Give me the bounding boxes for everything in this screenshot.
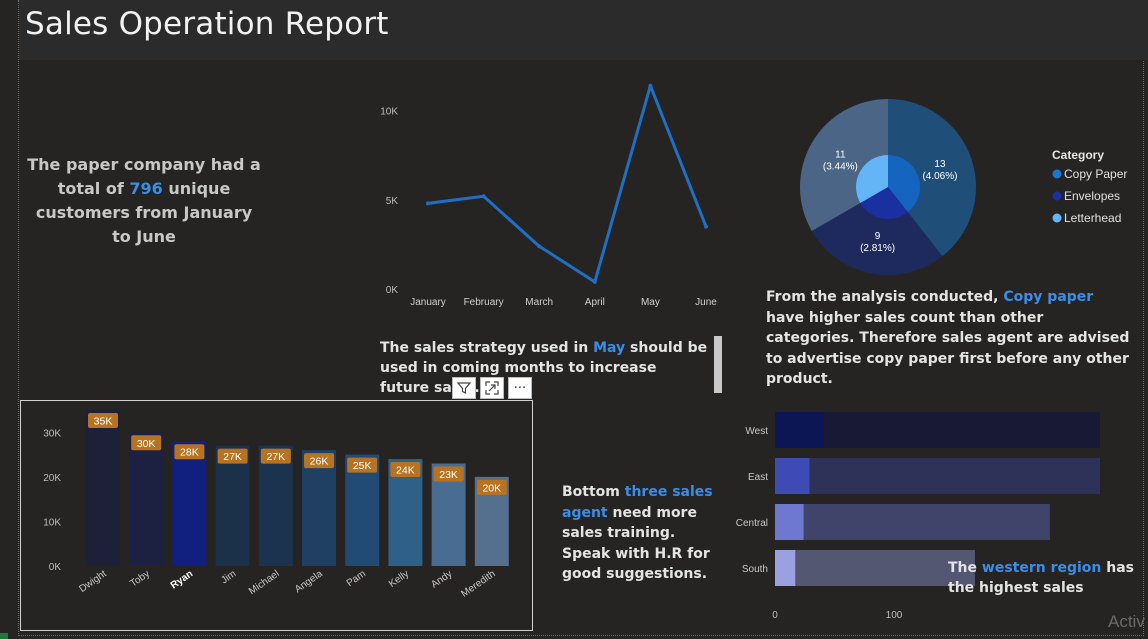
- region-inner-bar[interactable]: [775, 550, 796, 586]
- customers-note: The paper company had a total of 796 uni…: [24, 153, 264, 249]
- region-x-tick: 0: [772, 610, 778, 621]
- bar-chart-y-tick: 0K: [49, 562, 62, 573]
- customer-count: 796: [129, 179, 163, 198]
- legend-label[interactable]: Copy Paper: [1064, 167, 1127, 181]
- report-title: Sales Operation Report: [25, 6, 389, 42]
- donut-value-label: 13: [934, 159, 946, 170]
- donut-value-label: 9: [875, 231, 881, 242]
- legend-marker[interactable]: [1052, 213, 1062, 223]
- line-chart-x-label: March: [525, 297, 553, 308]
- agent-bar[interactable]: [129, 432, 164, 566]
- region-bar[interactable]: [775, 458, 1100, 494]
- line-chart-x-label: February: [464, 297, 504, 308]
- agent-bar-label: 27K: [223, 451, 242, 463]
- agent-name-label[interactable]: Ryan: [169, 568, 195, 591]
- agent-name-label[interactable]: Pam: [345, 568, 368, 589]
- region-bar[interactable]: [775, 550, 975, 586]
- agent-name-label[interactable]: Angela: [293, 568, 325, 595]
- region-label: Central: [736, 518, 768, 529]
- line-point[interactable]: [704, 224, 708, 229]
- line-chart-x-label: April: [585, 297, 605, 308]
- agent-bar-chart-container[interactable]: 0K 10K 20K 30K 35K Dwight 30K Toby 28K Ryan 27K Jim…: [20, 400, 533, 631]
- agent-bar-label: 23K: [439, 469, 458, 481]
- agent-name-label[interactable]: Andy: [429, 568, 454, 590]
- line-point[interactable]: [537, 244, 542, 249]
- monthly-sales-line-chart[interactable]: 0K 5K 10K January February March April May June: [360, 75, 730, 320]
- line-chart-y-tick: 5K: [386, 196, 399, 207]
- agent-name-label[interactable]: Toby: [128, 568, 152, 589]
- legend-label[interactable]: Envelopes: [1064, 189, 1120, 203]
- agent-name-label[interactable]: Meredith: [459, 568, 497, 599]
- legend-marker[interactable]: [1052, 169, 1062, 179]
- line-chart-x-label: June: [695, 297, 717, 308]
- region-highlight: western region: [981, 560, 1102, 576]
- legend-title: Category: [1052, 148, 1104, 162]
- region-label: West: [745, 426, 768, 437]
- category-note-text-2: have higher sales count than other categ…: [766, 309, 1130, 388]
- strategy-month: May: [593, 340, 626, 356]
- agent-bar-label: 26K: [310, 456, 329, 468]
- activation-watermark: Activ: [1108, 612, 1145, 631]
- strategy-note-text-1: The sales strategy used in: [380, 340, 594, 356]
- bar-chart-y-tick: 30K: [43, 428, 61, 439]
- region-note: The western region has the highest sales: [948, 558, 1148, 598]
- agents-note-text-1: Bottom: [562, 484, 625, 500]
- agent-bar[interactable]: [258, 445, 293, 566]
- strategy-note: The sales strategy used in May should be…: [380, 338, 710, 398]
- agent-bar[interactable]: [86, 410, 120, 566]
- visual-toolbar: ···: [452, 377, 532, 399]
- line-chart-x-label: January: [410, 297, 446, 308]
- agent-name-label[interactable]: Kelly: [387, 568, 411, 589]
- region-x-tick: 100: [886, 610, 903, 621]
- region-inner-bar[interactable]: [775, 412, 824, 448]
- line-chart-y-tick: 10K: [380, 107, 398, 118]
- line-point[interactable]: [481, 194, 486, 199]
- filter-icon[interactable]: [452, 377, 476, 399]
- line-point[interactable]: [592, 279, 597, 284]
- region-label: South: [742, 564, 768, 575]
- agent-sales-bar-chart[interactable]: 0K 10K 20K 30K 35K Dwight 30K Toby 28K Ryan 27K Jim…: [21, 401, 532, 630]
- agent-bar[interactable]: [172, 441, 207, 566]
- bar-chart-y-tick: 20K: [43, 473, 61, 484]
- agent-bar-label: 27K: [266, 451, 285, 463]
- region-inner-bar[interactable]: [775, 504, 804, 540]
- region-bar[interactable]: [775, 504, 1050, 540]
- region-note-text-1: The: [948, 560, 982, 576]
- line-point[interactable]: [648, 83, 653, 88]
- agent-name-label[interactable]: Jim: [219, 568, 238, 586]
- line-chart-x-label: May: [641, 297, 660, 308]
- more-options-icon[interactable]: ···: [508, 377, 532, 399]
- agent-bar-label: 28K: [180, 447, 199, 459]
- bar-chart-y-tick: 10K: [43, 517, 61, 528]
- donut-percent-label: (3.44%): [823, 162, 858, 173]
- agents-note: Bottom three sales agent need more sales…: [562, 482, 722, 585]
- category-highlight: Copy paper: [1003, 289, 1094, 305]
- region-label: East: [748, 472, 768, 483]
- agent-bar[interactable]: [215, 445, 250, 566]
- sales-line-series[interactable]: [427, 84, 708, 284]
- line-chart-y-tick: 0K: [386, 285, 399, 296]
- region-inner-bar[interactable]: [775, 458, 810, 494]
- focus-mode-icon[interactable]: [480, 377, 504, 399]
- donut-value-label: 11: [835, 150, 846, 161]
- agent-name-label[interactable]: Dwight: [77, 568, 109, 595]
- status-marker: [0, 633, 8, 639]
- text-scrollbar[interactable]: [714, 336, 722, 393]
- agent-bar-label: 24K: [396, 465, 415, 477]
- agent-bar-label: 30K: [137, 438, 156, 450]
- donut-percent-label: (4.06%): [922, 171, 957, 182]
- donut-percent-label: (2.81%): [860, 243, 895, 254]
- legend-marker[interactable]: [1052, 191, 1062, 201]
- agent-bar-label: 35K: [94, 416, 113, 428]
- agent-bar-label: 25K: [353, 460, 372, 472]
- category-note: From the analysis conducted, Copy paper …: [766, 287, 1136, 390]
- agent-name-label[interactable]: Michael: [247, 568, 282, 597]
- category-note-text-1: From the analysis conducted,: [766, 289, 1004, 305]
- category-donut-chart[interactable]: 13(4.06%) 9(2.81%) 11(3.44%) Category Copy …: [790, 90, 1148, 285]
- agent-bar-label: 20K: [482, 482, 501, 494]
- legend-label[interactable]: Letterhead: [1064, 211, 1121, 225]
- line-point[interactable]: [426, 201, 430, 206]
